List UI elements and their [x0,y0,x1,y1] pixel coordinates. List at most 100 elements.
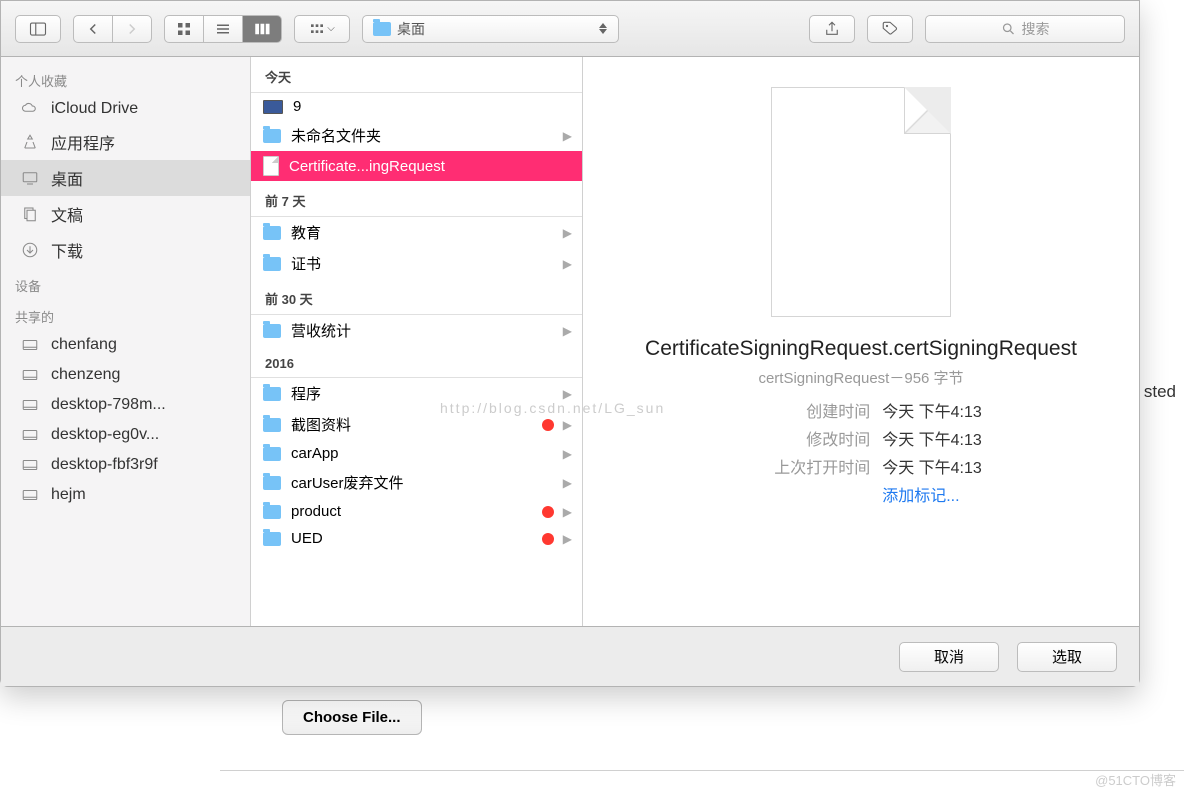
file-row[interactable]: Certificate...ingRequest [251,151,582,181]
tag-dot-icon [542,506,554,518]
back-button[interactable] [73,15,113,43]
sidebar-toggle-button[interactable] [15,15,61,43]
choose-file-button[interactable]: Choose File... [282,700,422,735]
column-view-button[interactable] [242,15,282,43]
file-row[interactable]: 截图资料 ▶ [251,409,582,440]
sidebar-section-devices: 设备 [1,268,250,299]
folder-icon [263,257,281,271]
file-row[interactable]: UED▶ [251,525,582,552]
file-label: 截图资料 [291,414,351,435]
file-row[interactable]: 营收统计▶ [251,315,582,346]
chevron-right-icon [123,20,141,38]
preview-filename: CertificateSigningRequest.certSigningReq… [639,337,1083,361]
file-group-header: 今天 [251,57,582,93]
share-button[interactable] [809,15,855,43]
sidebar-item-label: desktop-fbf3r9f [51,456,158,474]
sidebar-item-label: 文稿 [51,202,83,226]
sidebar-section-shared: 共享的 [1,299,250,330]
chevron-right-icon: ▶ [563,447,572,461]
cancel-button[interactable]: 取消 [899,642,999,672]
folder-icon [263,447,281,461]
file-row[interactable]: carUser废弃文件 ▶ [251,467,582,498]
chevron-right-icon: ▶ [563,226,572,240]
file-list-column: 今天9未命名文件夹▶Certificate...ingRequest前 7 天教… [251,57,583,626]
file-row[interactable]: 9 [251,93,582,120]
columns-icon [253,20,271,38]
chevron-right-icon: ▶ [563,387,572,401]
host-icon [21,336,39,354]
sidebar-item[interactable]: 下载 [1,232,250,268]
file-row[interactable]: 教育 ▶ [251,217,582,248]
choose-button[interactable]: 选取 [1017,642,1117,672]
file-label: product [291,503,341,520]
sidebar-item-label: 应用程序 [51,130,115,154]
folder-icon [263,476,281,490]
search-input[interactable]: 搜索 [925,15,1125,43]
sidebar-item-label: desktop-eg0v... [51,426,159,444]
list-view-button[interactable] [203,15,243,43]
file-group-header: 2016 [251,346,582,378]
sidebar-item[interactable]: 文稿 [1,196,250,232]
file-group-header: 前 7 天 [251,181,582,217]
path-label: 桌面 [397,19,425,39]
modified-label: 修改时间 [740,426,870,450]
file-row[interactable]: product▶ [251,498,582,525]
search-icon [1001,20,1016,38]
host-icon [21,456,39,474]
divider-line [220,770,1184,771]
folder-icon [263,324,281,338]
created-label: 创建时间 [740,398,870,422]
app-icon [21,133,39,151]
sidebar-item[interactable]: chenzeng [1,360,250,390]
file-icon [263,156,279,176]
sidebar-item[interactable]: chenfang [1,330,250,360]
image-icon [263,100,283,114]
folder-icon [373,22,391,36]
forward-button[interactable] [112,15,152,43]
host-icon [21,486,39,504]
docs-icon [21,205,39,223]
file-label: 9 [293,98,301,115]
path-selector[interactable]: 桌面 [362,15,619,43]
file-label: carApp [291,445,339,462]
chevron-right-icon: ▶ [563,418,572,432]
sidebar: 个人收藏iCloud Drive 应用程序桌面文稿下载设备共享的 chenfang c… [1,57,251,626]
add-tags-link[interactable]: 添加标记... [882,482,982,506]
folder-icon [263,418,281,432]
corner-watermark: @51CTO博客 [1095,770,1176,789]
list-icon [214,20,232,38]
file-label: carUser废弃文件 [291,472,404,493]
chevron-right-icon: ▶ [563,324,572,338]
preview-metadata: 创建时间 今天 下午4:13 修改时间 今天 下午4:13 上次打开时间 今天 … [740,398,982,506]
dialog-footer: 取消 选取 [1,626,1139,686]
arrange-menu-button[interactable]: ⌵ [294,15,350,43]
sidebar-section-favorites: 个人收藏 [1,63,250,94]
icon-view-button[interactable] [164,15,204,43]
sidebar-item[interactable]: iCloud Drive [1,94,250,124]
file-row[interactable]: 程序▶ [251,378,582,409]
sidebar-item[interactable]: hejm [1,480,250,510]
file-label: 教育 [291,222,321,243]
sidebar-item-label: 桌面 [51,166,83,190]
chevron-right-icon: ▶ [563,476,572,490]
tags-button[interactable] [867,15,913,43]
preview-subtitle: certSigningRequest－956 字节 [758,367,963,388]
file-row[interactable]: carApp ▶ [251,440,582,467]
sidebar-item[interactable]: 桌面 [1,160,250,196]
sidebar-item-label: chenzeng [51,366,120,384]
sidebar-item-label: chenfang [51,336,117,354]
sidebar-item[interactable]: 应用程序 [1,124,250,160]
grid-icon [175,20,193,38]
folder-icon [263,505,281,519]
file-row[interactable]: 未命名文件夹▶ [251,120,582,151]
sidebar-item[interactable]: desktop-eg0v... [1,420,250,450]
sidebar-item[interactable]: desktop-fbf3r9f [1,450,250,480]
opened-value: 今天 下午4:13 [882,454,982,478]
tag-dot-icon [542,533,554,545]
folder-icon [263,129,281,143]
document-preview-icon [771,87,951,317]
download-icon [21,241,39,259]
sidebar-item[interactable]: desktop-798m... [1,390,250,420]
chevron-right-icon: ▶ [563,532,572,546]
file-row[interactable]: 证书▶ [251,248,582,279]
